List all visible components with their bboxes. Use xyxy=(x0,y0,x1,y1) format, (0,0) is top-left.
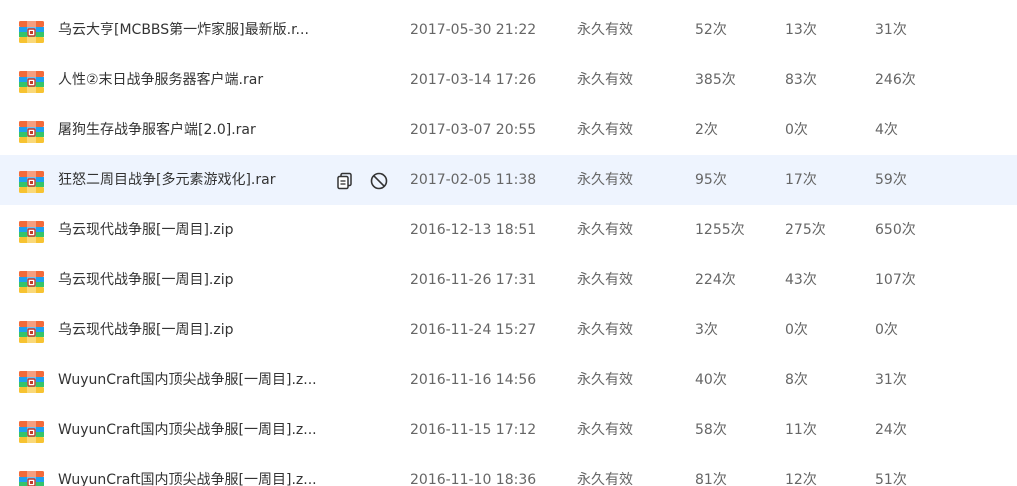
archive-file-icon xyxy=(19,121,44,143)
save-count: 83次 xyxy=(785,72,817,88)
save-count: 275次 xyxy=(785,222,826,238)
download-count: 0次 xyxy=(875,322,898,338)
share-row[interactable]: 乌云现代战争服[一周目].zip 2016-11-26 17:31 永久有效 2… xyxy=(0,255,1017,305)
share-row[interactable]: 屠狗生存战争服客户端[2.0].rar 2017-03-07 20:55 永久有… xyxy=(0,105,1017,155)
validity: 永久有效 xyxy=(577,372,633,388)
view-count: 52次 xyxy=(695,22,727,38)
file-name[interactable]: 乌云大亨[MCBBS第一炸家服]最新版.r... xyxy=(58,5,333,55)
file-name[interactable]: WuyunCraft国内顶尖战争服[一周目].z... xyxy=(58,355,333,405)
save-count: 43次 xyxy=(785,272,817,288)
copy-link-icon[interactable] xyxy=(335,171,355,191)
archive-file-icon xyxy=(19,471,44,486)
archive-file-icon xyxy=(19,371,44,393)
download-count: 246次 xyxy=(875,72,916,88)
archive-file-icon xyxy=(19,271,44,293)
save-count: 13次 xyxy=(785,22,817,38)
file-name[interactable]: 乌云现代战争服[一周目].zip xyxy=(58,305,333,355)
archive-file-icon xyxy=(19,221,44,243)
archive-file-icon xyxy=(19,71,44,93)
download-count: 107次 xyxy=(875,272,916,288)
file-name[interactable]: 乌云现代战争服[一周目].zip xyxy=(58,205,333,255)
download-count: 31次 xyxy=(875,372,907,388)
share-date: 2017-02-05 11:38 xyxy=(410,172,537,188)
download-count: 24次 xyxy=(875,422,907,438)
validity: 永久有效 xyxy=(577,422,633,438)
file-name[interactable]: 屠狗生存战争服客户端[2.0].rar xyxy=(58,105,333,155)
save-count: 17次 xyxy=(785,172,817,188)
cancel-share-icon[interactable] xyxy=(369,171,389,191)
save-count: 11次 xyxy=(785,422,817,438)
file-name[interactable]: 乌云现代战争服[一周目].zip xyxy=(58,255,333,305)
validity: 永久有效 xyxy=(577,22,633,38)
view-count: 385次 xyxy=(695,72,736,88)
view-count: 2次 xyxy=(695,122,718,138)
share-date: 2016-12-13 18:51 xyxy=(410,222,537,238)
archive-file-icon xyxy=(19,421,44,443)
share-row[interactable]: WuyunCraft国内顶尖战争服[一周目].z... 2016-11-10 1… xyxy=(0,455,1017,486)
view-count: 40次 xyxy=(695,372,727,388)
file-name[interactable]: WuyunCraft国内顶尖战争服[一周目].z... xyxy=(58,455,333,486)
share-date: 2017-03-14 17:26 xyxy=(410,72,537,88)
validity: 永久有效 xyxy=(577,272,633,288)
share-row[interactable]: 狂怒二周目战争[多元素游戏化].rar 2017-02-05 11:38 永久有… xyxy=(0,155,1017,205)
share-row[interactable]: WuyunCraft国内顶尖战争服[一周目].z... 2016-11-16 1… xyxy=(0,355,1017,405)
validity: 永久有效 xyxy=(577,472,633,486)
download-count: 59次 xyxy=(875,172,907,188)
save-count: 0次 xyxy=(785,122,808,138)
view-count: 224次 xyxy=(695,272,736,288)
share-list: 乌云大亨[MCBBS第一炸家服]最新版.r... 2017-05-30 21:2… xyxy=(0,0,1017,486)
view-count: 1255次 xyxy=(695,222,745,238)
download-count: 650次 xyxy=(875,222,916,238)
share-date: 2016-11-10 18:36 xyxy=(410,472,537,486)
validity: 永久有效 xyxy=(577,122,633,138)
save-count: 0次 xyxy=(785,322,808,338)
share-row[interactable]: 人性②末日战争服务器客户端.rar 2017-03-14 17:26 永久有效 … xyxy=(0,55,1017,105)
save-count: 12次 xyxy=(785,472,817,486)
row-actions xyxy=(334,155,394,205)
view-count: 95次 xyxy=(695,172,727,188)
validity: 永久有效 xyxy=(577,322,633,338)
archive-file-icon xyxy=(19,21,44,43)
share-date: 2016-11-24 15:27 xyxy=(410,322,537,338)
share-date: 2017-03-07 20:55 xyxy=(410,122,537,138)
download-count: 51次 xyxy=(875,472,907,486)
share-date: 2016-11-16 14:56 xyxy=(410,372,537,388)
view-count: 58次 xyxy=(695,422,727,438)
validity: 永久有效 xyxy=(577,172,633,188)
save-count: 8次 xyxy=(785,372,808,388)
share-row[interactable]: 乌云现代战争服[一周目].zip 2016-12-13 18:51 永久有效 1… xyxy=(0,205,1017,255)
file-name[interactable]: 狂怒二周目战争[多元素游戏化].rar xyxy=(58,155,333,205)
share-date: 2017-05-30 21:22 xyxy=(410,22,537,38)
download-count: 31次 xyxy=(875,22,907,38)
share-date: 2016-11-15 17:12 xyxy=(410,422,537,438)
validity: 永久有效 xyxy=(577,222,633,238)
validity: 永久有效 xyxy=(577,72,633,88)
share-row[interactable]: 乌云现代战争服[一周目].zip 2016-11-24 15:27 永久有效 3… xyxy=(0,305,1017,355)
archive-file-icon xyxy=(19,171,44,193)
file-name[interactable]: 人性②末日战争服务器客户端.rar xyxy=(58,55,333,105)
archive-file-icon xyxy=(19,321,44,343)
download-count: 4次 xyxy=(875,122,898,138)
view-count: 81次 xyxy=(695,472,727,486)
file-name[interactable]: WuyunCraft国内顶尖战争服[一周目].z... xyxy=(58,405,333,455)
share-row[interactable]: 乌云大亨[MCBBS第一炸家服]最新版.r... 2017-05-30 21:2… xyxy=(0,5,1017,55)
view-count: 3次 xyxy=(695,322,718,338)
share-row[interactable]: WuyunCraft国内顶尖战争服[一周目].z... 2016-11-15 1… xyxy=(0,405,1017,455)
share-date: 2016-11-26 17:31 xyxy=(410,272,537,288)
